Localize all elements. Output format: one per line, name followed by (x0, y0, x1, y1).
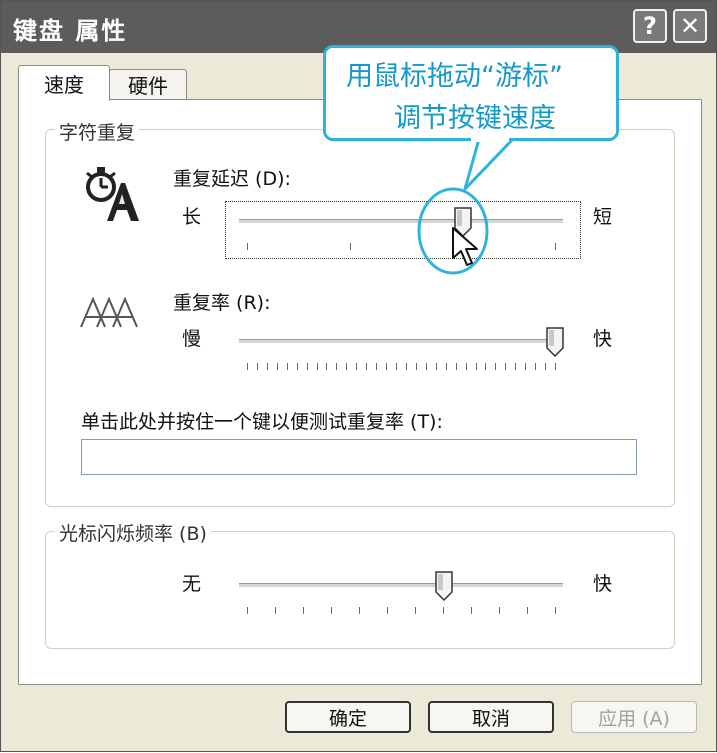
repeat-rate-slow-label: 慢 (182, 328, 202, 350)
repeat-rate-tick (446, 363, 447, 370)
repeat-rate-tick (436, 363, 437, 370)
cursor-blink-none-label: 无 (182, 573, 202, 595)
mouse-pointer-icon (452, 227, 478, 266)
repeat-rate-tick (535, 363, 536, 370)
repeat-rate-tick (456, 363, 457, 370)
repeat-rate-tick (326, 363, 327, 370)
triple-a-icon (80, 296, 138, 328)
callout-line-1: 用鼠标拖动“游标” (346, 61, 563, 92)
close-button[interactable]: ✕ (673, 9, 707, 43)
repeat-delay-short-label: 短 (593, 206, 613, 228)
cursor-blink-tick (443, 607, 444, 614)
help-button[interactable]: ? (633, 9, 667, 43)
repeat-delay-tick (555, 243, 556, 250)
repeat-test-input[interactable] (81, 439, 637, 475)
repeat-rate-tick (416, 363, 417, 370)
cursor-blink-tick (555, 607, 556, 614)
repeat-rate-tick (366, 363, 367, 370)
cursor-blink-tick (471, 607, 472, 614)
repeat-rate-label: 重复率 (R): (173, 292, 271, 314)
cursor-blink-slider[interactable] (239, 565, 563, 623)
repeat-rate-tick (495, 363, 496, 370)
tab-hardware[interactable]: 硬件 (109, 69, 187, 99)
repeat-delay-tick (350, 243, 351, 250)
repeat-rate-fast-label: 快 (593, 328, 613, 350)
cursor-blink-track[interactable] (239, 583, 563, 588)
repeat-rate-tick (505, 363, 506, 370)
cursor-blink-tick (499, 607, 500, 614)
callout-seam (471, 136, 509, 142)
repeat-rate-thumb[interactable] (546, 327, 564, 357)
repeat-rate-tick (277, 363, 278, 370)
cursor-blink-tick (415, 607, 416, 614)
repeat-rate-tick (466, 363, 467, 370)
repeat-rate-tick (376, 363, 377, 370)
cursor-blink-tick (275, 607, 276, 614)
repeat-rate-tick (476, 363, 477, 370)
repeat-rate-tick (515, 363, 516, 370)
repeat-rate-tick (346, 363, 347, 370)
repeat-rate-tick (356, 363, 357, 370)
repeat-delay-track[interactable] (239, 219, 563, 224)
repeat-rate-tick (336, 363, 337, 370)
ok-button[interactable]: 确定 (285, 701, 411, 733)
repeat-rate-slider[interactable] (239, 321, 564, 379)
cursor-blink-tick (303, 607, 304, 614)
repeat-delay-slider[interactable] (239, 201, 563, 259)
keyboard-properties-dialog: 键盘 属性 ? ✕ 速度 硬件 字符重复 重复延迟 (D): 长 短 重复率 (… (0, 0, 717, 752)
apply-button[interactable]: 应用 (A) (571, 701, 697, 733)
repeat-rate-tick (257, 363, 258, 370)
char-repeat-legend: 字符重复 (55, 118, 140, 145)
repeat-rate-tick (317, 363, 318, 370)
repeat-rate-tick (406, 363, 407, 370)
repeat-rate-tick (247, 363, 248, 370)
repeat-rate-tick (545, 363, 546, 370)
repeat-rate-tick (485, 363, 486, 370)
cursor-blink-tick (359, 607, 360, 614)
window-title: 键盘 属性 (13, 17, 128, 45)
tab-speed[interactable]: 速度 (18, 65, 110, 101)
repeat-rate-tick (386, 363, 387, 370)
cancel-button[interactable]: 取消 (428, 701, 554, 733)
cursor-blink-tick (331, 607, 332, 614)
repeat-rate-tick (525, 363, 526, 370)
callout-box: 用鼠标拖动“游标” 调节按键速度 (323, 45, 619, 141)
repeat-rate-track[interactable] (239, 339, 563, 344)
stopwatch-letter-a-icon (86, 167, 139, 221)
cursor-blink-fast-label: 快 (593, 573, 613, 595)
cursor-blink-legend: 光标闪烁频率 (B) (55, 519, 211, 546)
repeat-delay-long-label: 长 (182, 206, 202, 228)
repeat-delay-tick (247, 243, 248, 250)
repeat-test-label: 单击此处并按住一个键以便测试重复率 (T): (81, 411, 443, 433)
callout-line-2: 调节按键速度 (394, 103, 556, 134)
repeat-rate-tick (555, 363, 556, 370)
repeat-delay-label: 重复延迟 (D): (173, 168, 291, 190)
cursor-blink-thumb[interactable] (435, 571, 453, 601)
cursor-blink-tick (387, 607, 388, 614)
repeat-rate-tick (267, 363, 268, 370)
repeat-rate-tick (307, 363, 308, 370)
repeat-rate-tick (287, 363, 288, 370)
repeat-rate-tick (396, 363, 397, 370)
cursor-blink-tick (247, 607, 248, 614)
cursor-blink-tick (527, 607, 528, 614)
repeat-rate-tick (426, 363, 427, 370)
repeat-rate-tick (297, 363, 298, 370)
